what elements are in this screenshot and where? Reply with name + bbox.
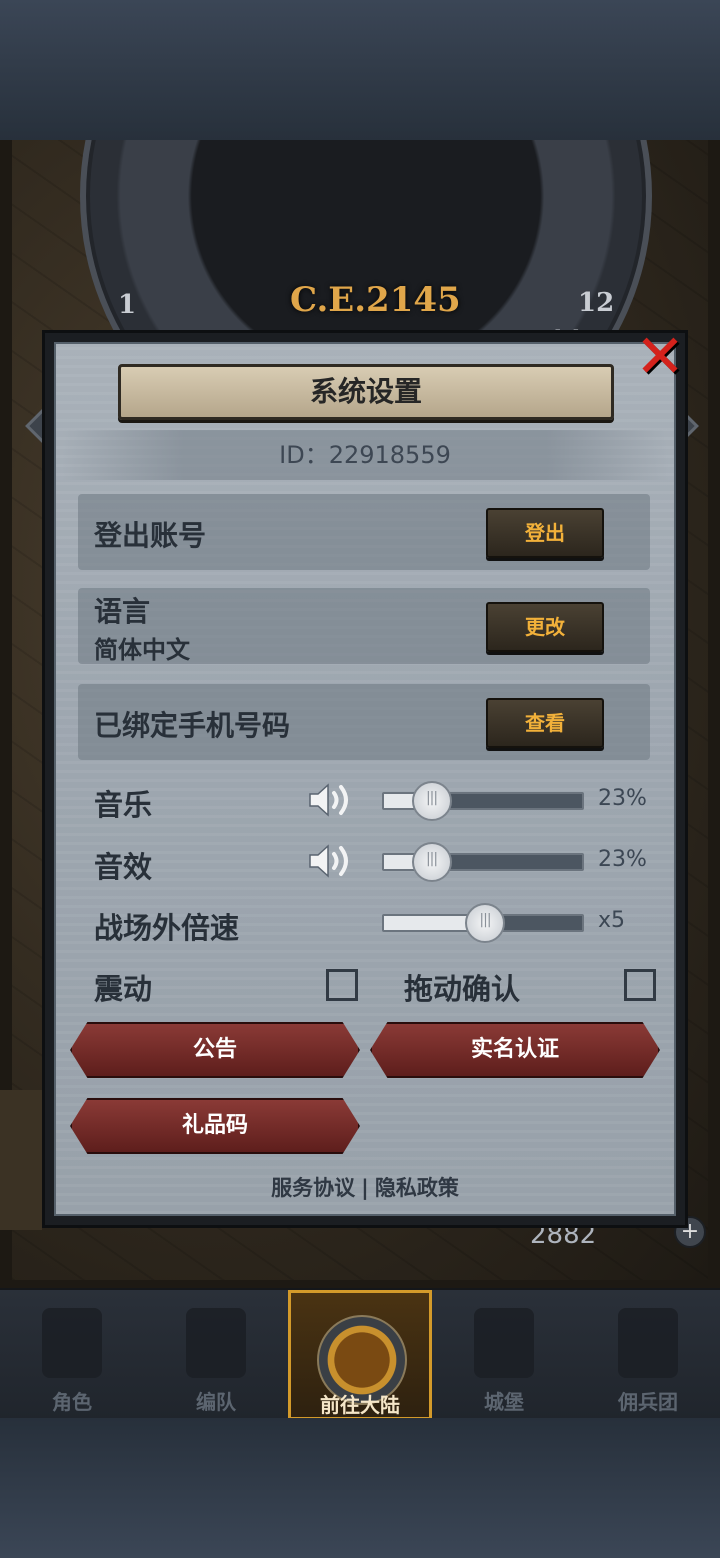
language-value: 简体中文 [94, 636, 190, 664]
speaker-icon[interactable] [308, 780, 354, 820]
nav-item-character[interactable]: 角色 [0, 1290, 144, 1418]
speed-slider[interactable] [382, 903, 584, 943]
notice-button[interactable]: 公告 [70, 1022, 360, 1078]
speaker-icon[interactable] [308, 841, 354, 881]
top-letterbox [0, 0, 720, 140]
music-slider[interactable] [382, 781, 584, 821]
view-phone-button[interactable]: 查看 [486, 698, 604, 748]
side-quest-strip[interactable] [0, 1090, 42, 1230]
music-value: 23% [598, 786, 647, 811]
privacy-link[interactable]: 隐私政策 [375, 1176, 459, 1200]
id-bar: ID：22918559 [62, 430, 668, 480]
nav-item-team[interactable]: 编队 [144, 1290, 288, 1418]
dial-number: 1 [118, 290, 137, 320]
bottom-nav: 角色 编队 前往大陆 城堡 佣兵团 [0, 1288, 720, 1418]
language-label: 语言 [94, 595, 151, 628]
player-id: ID：22918559 [279, 441, 451, 469]
panel-title: 系统设置 [309, 375, 422, 408]
footer-links: 服务协议 | 隐私政策 [42, 1172, 688, 1202]
close-button[interactable]: ✕ [630, 327, 690, 387]
music-slider-thumb[interactable] [411, 781, 452, 821]
team-icon [186, 1308, 246, 1378]
knight-icon [42, 1308, 102, 1378]
terms-link[interactable]: 服务协议 [271, 1176, 355, 1200]
nav-label: 编队 [196, 1390, 236, 1414]
gift-code-button[interactable]: 礼品码 [70, 1098, 360, 1154]
settings-panel: ✕ 系统设置 ID：22918559 登出账号 登出 语言 简体中文 更改 已绑… [42, 327, 690, 1228]
sfx-value: 23% [598, 847, 647, 872]
change-language-button[interactable]: 更改 [486, 602, 604, 652]
close-x-icon: ✕ [634, 322, 686, 392]
drag-confirm-checkbox[interactable] [624, 969, 656, 1001]
dial-number: 12 [578, 288, 615, 318]
castle-icon [474, 1308, 534, 1378]
nav-item-mercenary[interactable]: 佣兵团 [576, 1290, 720, 1418]
music-label: 音乐 [94, 788, 153, 822]
vibrate-checkbox[interactable] [326, 969, 358, 1001]
nav-item-continent[interactable]: 前往大陆 [288, 1290, 432, 1418]
nav-item-castle[interactable]: 城堡 [432, 1290, 576, 1418]
nav-label: 佣兵团 [618, 1390, 678, 1414]
nav-label: 前往大陆 [320, 1393, 400, 1417]
phone-row: 已绑定手机号码 查看 [78, 684, 650, 760]
sfx-label: 音效 [94, 850, 153, 884]
logout-row: 登出账号 登出 [78, 494, 650, 570]
language-row: 语言 简体中文 更改 [78, 588, 650, 664]
logout-button[interactable]: 登出 [486, 508, 604, 558]
logout-label: 登出账号 [94, 519, 207, 552]
bottom-letterbox [0, 1418, 720, 1558]
title-banner: 系统设置 [118, 364, 614, 420]
mercenary-icon [618, 1308, 678, 1378]
phone-label: 已绑定手机号码 [94, 709, 291, 742]
drag-confirm-label: 拖动确认 [404, 972, 521, 1006]
year-display: C.E.2145 [290, 280, 461, 320]
speed-label: 战场外倍速 [94, 911, 240, 945]
sfx-slider-thumb[interactable] [411, 842, 452, 882]
nav-label: 角色 [52, 1390, 92, 1414]
realname-button[interactable]: 实名认证 [370, 1022, 660, 1078]
vibrate-label: 震动 [94, 972, 153, 1006]
sfx-slider[interactable] [382, 842, 584, 882]
speed-slider-thumb[interactable] [465, 903, 505, 943]
nav-label: 城堡 [484, 1390, 524, 1414]
speed-value: x5 [598, 908, 626, 933]
footer-separator: | [361, 1176, 369, 1200]
